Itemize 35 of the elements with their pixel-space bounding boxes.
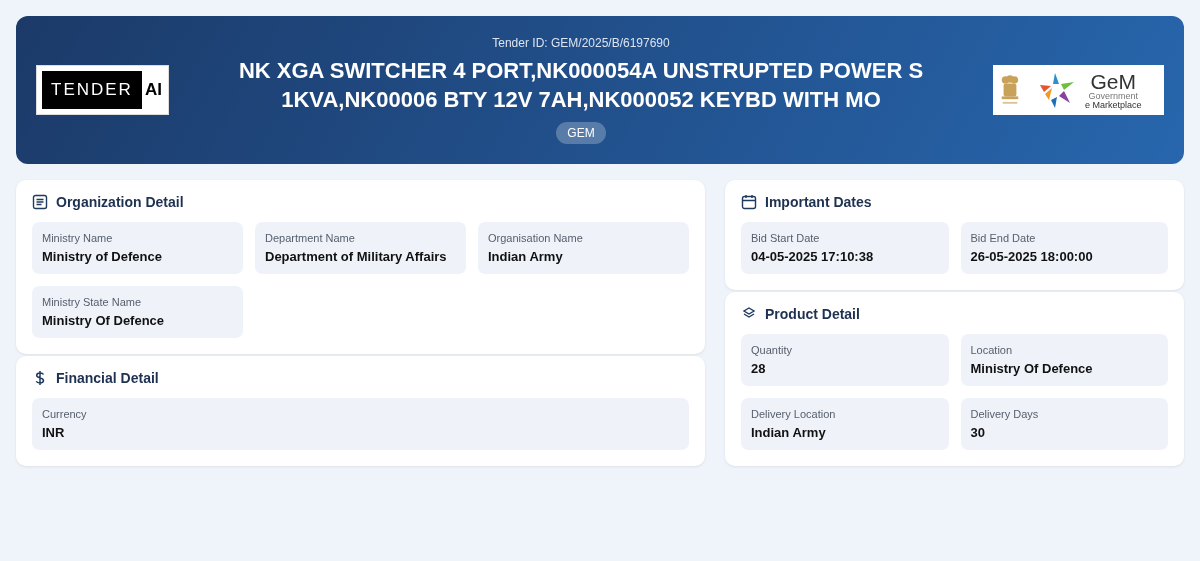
gem-subtitle: e Marketplace: [1085, 100, 1142, 110]
field-label: Bid End Date: [970, 232, 1037, 244]
tender-ai-logo: TENDER AI: [36, 65, 169, 115]
field-label: Ministry Name: [42, 232, 114, 244]
section-title: Important Dates: [765, 194, 872, 210]
field-value: 04-05-2025 17:10:38: [751, 249, 875, 264]
field-label: Department Name: [265, 232, 356, 244]
field-value: Ministry Of Defence: [970, 361, 1094, 376]
field-value: 28: [751, 361, 767, 376]
field-label: Bid Start Date: [751, 232, 821, 244]
section-title: Financial Detail: [56, 370, 159, 386]
field-value: Ministry of Defence: [42, 249, 163, 264]
calendar-icon: [741, 194, 757, 210]
list-icon: [32, 194, 48, 210]
field-value: INR: [42, 425, 66, 440]
field-value: Department of Military Affairs: [265, 249, 448, 264]
field-value: Indian Army: [488, 249, 564, 264]
section-title: Organization Detail: [56, 194, 184, 210]
tender-id: Tender ID: GEM/2025/B/6197690: [492, 36, 670, 50]
field-label: Quantity: [751, 344, 793, 356]
field-label: Currency: [42, 408, 88, 420]
gem-wordmark: GeM: [1090, 70, 1136, 92]
tender-title: NK XGA SWITCHER 4 PORT,NK000054A UNSTRUPTED POWER S 1KVA,NK00006 BTY 12V 7AH,NK000052 KEYBD WITH MO: [237, 57, 925, 114]
field-label: Delivery Days: [970, 408, 1040, 420]
field-label: Location: [970, 344, 1014, 356]
section-title: Product Detail: [765, 306, 860, 322]
field-value: 30: [970, 425, 986, 440]
field-label: Organisation Name: [488, 232, 584, 244]
field-value: 26-05-2025 18:00:00: [970, 249, 1094, 264]
field-value: Ministry Of Defence: [42, 313, 166, 328]
field-label: Delivery Location: [751, 408, 837, 420]
field-value: Indian Army: [751, 425, 827, 440]
field-label: Ministry State Name: [42, 296, 143, 308]
gem-subtitle: Government: [1088, 91, 1139, 101]
source-tag: GEM: [556, 122, 606, 144]
